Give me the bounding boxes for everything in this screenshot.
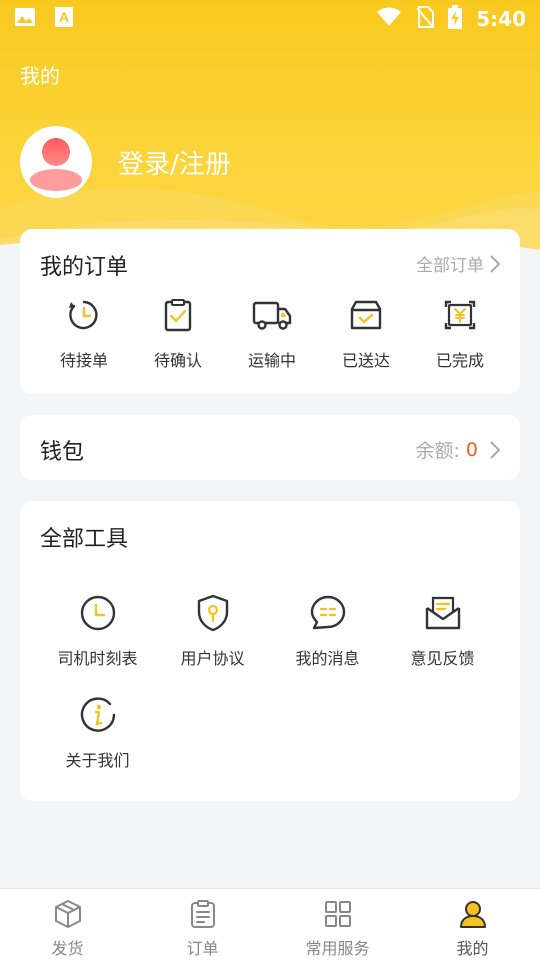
order-status-label: 已送达 — [341, 351, 390, 370]
svg-text:A: A — [59, 9, 69, 25]
shield-icon — [193, 593, 233, 633]
tab-label: 订单 — [186, 939, 219, 958]
clock-icon — [78, 593, 118, 633]
person-icon — [459, 899, 487, 933]
balance-label: 余额: — [415, 440, 460, 462]
balance-value: 0 — [465, 438, 478, 461]
all-orders-label: 全部订单 — [416, 256, 484, 276]
status-time: 5:40 — [476, 7, 526, 31]
tool-user-agreement[interactable]: 用户协议 — [155, 593, 270, 669]
no-sim-icon — [416, 6, 435, 32]
tool-feedback[interactable]: 意见反馈 — [385, 593, 500, 669]
bottom-tab-bar: 发货 订单 常用服务 我的 — [0, 888, 540, 960]
chevron-right-icon — [490, 440, 500, 459]
clipboard-check-icon — [158, 295, 198, 335]
all-orders-link[interactable]: 全部订单 — [416, 251, 500, 276]
order-status-in-transit[interactable]: 运输中 — [230, 295, 314, 371]
tool-label: 我的消息 — [295, 649, 360, 668]
tab-label: 发货 — [51, 939, 84, 958]
orders-title: 我的订单 — [40, 255, 129, 280]
tab-mine[interactable]: 我的 — [405, 889, 540, 960]
wallet-card[interactable]: 钱包 余额: 0 — [20, 415, 520, 480]
user-avatar-icon[interactable] — [20, 126, 92, 198]
wallet-title: 钱包 — [40, 440, 85, 465]
info-icon — [78, 695, 118, 735]
wallet-balance[interactable]: 余额: 0 — [415, 436, 500, 463]
order-status-completed[interactable]: 已完成 — [418, 295, 502, 371]
order-status-label: 待接单 — [59, 351, 108, 370]
chevron-right-icon — [490, 254, 500, 273]
tab-orders[interactable]: 订单 — [135, 889, 270, 960]
tab-label: 常用服务 — [305, 939, 370, 958]
tab-ship[interactable]: 发货 — [0, 889, 135, 960]
order-status-to-confirm[interactable]: 待确认 — [136, 295, 220, 371]
tools-title: 全部工具 — [40, 527, 129, 552]
profile-login[interactable]: 登录/注册 — [20, 126, 231, 198]
order-status-pending[interactable]: 待接单 — [42, 295, 126, 371]
clipboard-list-icon — [190, 899, 216, 933]
order-status-delivered[interactable]: 已送达 — [324, 295, 408, 371]
tool-my-messages[interactable]: 我的消息 — [270, 593, 385, 669]
tab-common-services[interactable]: 常用服务 — [270, 889, 405, 960]
page-title: 我的 — [20, 64, 60, 88]
envelope-icon — [423, 593, 463, 633]
orders-card: 我的订单 全部订单 待接单 待确认 运输中 已送达 已完成 — [20, 229, 520, 394]
battery-charging-icon — [448, 5, 463, 33]
truck-icon — [252, 295, 292, 335]
tab-label: 我的 — [456, 939, 489, 958]
wifi-icon — [376, 7, 402, 31]
tools-card: 全部工具 司机时刻表 用户协议 我的消息 意见反馈 关于我们 — [20, 501, 520, 801]
box-check-icon — [346, 295, 386, 335]
tool-label: 关于我们 — [65, 751, 130, 770]
tool-driver-schedule[interactable]: 司机时刻表 — [40, 593, 155, 669]
chat-bubble-icon — [308, 593, 348, 633]
order-status-label: 运输中 — [247, 351, 296, 370]
tool-about-us[interactable]: 关于我们 — [40, 695, 155, 771]
gallery-icon — [14, 6, 36, 32]
tool-label: 司机时刻表 — [57, 649, 138, 668]
tool-label: 意见反馈 — [410, 649, 475, 668]
order-status-label: 待确认 — [153, 351, 202, 370]
pending-timer-icon — [64, 295, 104, 335]
tool-label: 用户协议 — [180, 649, 245, 668]
yuan-receipt-icon — [440, 295, 480, 335]
font-a-icon: A — [54, 6, 74, 32]
login-register-link[interactable]: 登录/注册 — [118, 144, 231, 181]
cube-icon — [54, 899, 82, 933]
grid-icon — [324, 899, 352, 933]
status-bar: A 5:40 — [0, 0, 540, 38]
order-status-label: 已完成 — [435, 351, 484, 370]
